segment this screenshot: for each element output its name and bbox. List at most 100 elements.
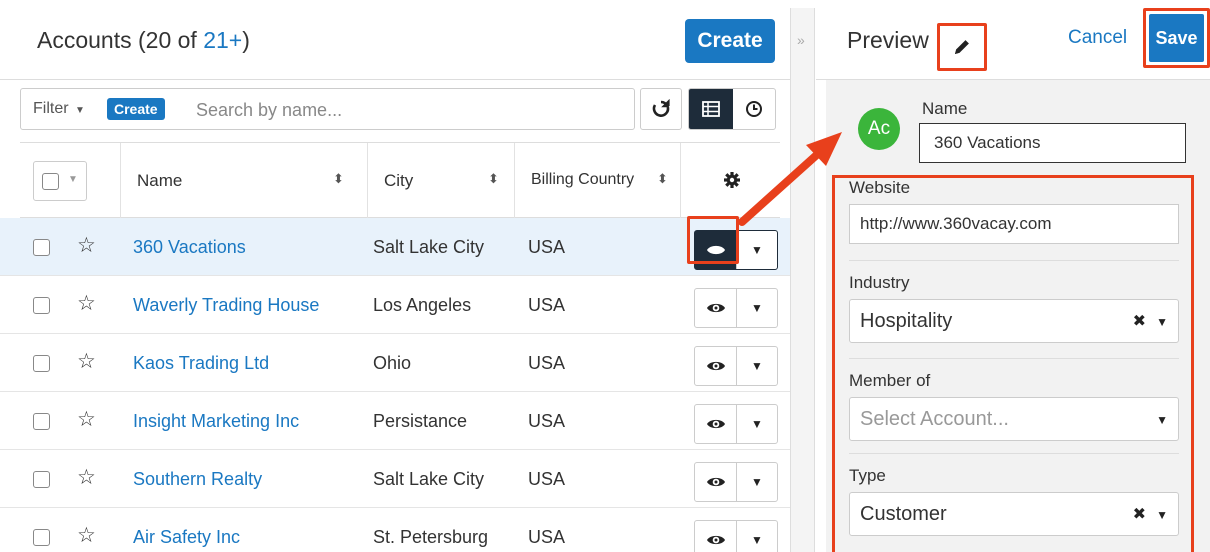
row-checkbox[interactable] xyxy=(33,529,50,546)
column-header-city[interactable]: City ⬍ xyxy=(367,143,514,218)
caret-down-icon: ▼ xyxy=(751,417,763,431)
divider xyxy=(849,453,1179,454)
member-of-placeholder: Select Account... xyxy=(860,408,1009,430)
row-actions-dropdown[interactable]: ▼ xyxy=(737,289,777,327)
preview-button[interactable] xyxy=(695,463,737,501)
star-icon[interactable]: ☆ xyxy=(77,523,96,548)
list-view-button[interactable] xyxy=(689,89,733,129)
column-header-name[interactable]: Name ⬍ xyxy=(120,143,367,218)
industry-label: Industry xyxy=(849,273,910,292)
star-icon[interactable]: ☆ xyxy=(77,291,96,316)
row-checkbox[interactable] xyxy=(33,413,50,430)
select-all-dropdown[interactable]: ▼ xyxy=(33,161,87,201)
title-suffix: ) xyxy=(242,27,250,53)
divider xyxy=(849,358,1179,359)
table-row[interactable]: ☆ Southern Realty Salt Lake City USA ▼ xyxy=(0,450,790,508)
row-checkbox[interactable] xyxy=(33,297,50,314)
name-field[interactable]: 360 Vacations xyxy=(919,123,1186,163)
clear-icon[interactable]: ✖ xyxy=(1133,311,1146,331)
save-button[interactable]: Save xyxy=(1149,14,1204,62)
collapse-icon[interactable]: » xyxy=(797,32,805,48)
preview-header: Preview Cancel Save xyxy=(816,8,1210,80)
table-row[interactable]: ☆ Air Safety Inc St. Petersburg USA ▼ xyxy=(0,508,790,552)
save-button-highlight: Save xyxy=(1143,8,1210,68)
billing-country-cell: USA xyxy=(528,237,566,257)
filter-create-button[interactable]: Create xyxy=(107,98,165,120)
select-all-checkbox[interactable] xyxy=(42,173,59,190)
table-row[interactable]: ☆ Kaos Trading Ltd Ohio USA ▼ xyxy=(0,334,790,392)
star-icon[interactable]: ☆ xyxy=(77,233,96,258)
row-actions-dropdown[interactable]: ▼ xyxy=(737,231,777,269)
list-view-icon xyxy=(702,101,720,117)
row-actions-dropdown[interactable]: ▼ xyxy=(737,405,777,443)
caret-down-icon: ▼ xyxy=(751,533,763,547)
city-cell: Los Angeles xyxy=(373,295,472,315)
column-settings-cell xyxy=(680,143,780,218)
row-checkbox[interactable] xyxy=(33,239,50,256)
city-cell: Salt Lake City xyxy=(373,237,485,257)
website-field[interactable]: http://www.360vacay.com xyxy=(849,204,1179,244)
star-icon[interactable]: ☆ xyxy=(77,349,96,374)
preview-title: Preview xyxy=(847,27,929,53)
preview-button[interactable] xyxy=(695,347,737,385)
star-icon[interactable]: ☆ xyxy=(77,407,96,432)
account-name-link[interactable]: Air Safety Inc xyxy=(133,527,240,548)
star-icon[interactable]: ☆ xyxy=(77,465,96,490)
table-row[interactable]: ☆ 360 Vacations Salt Lake City USA ▼ xyxy=(0,218,790,276)
caret-down-icon: ▼ xyxy=(751,301,763,315)
account-name-link[interactable]: Insight Marketing Inc xyxy=(133,411,299,432)
row-checkbox[interactable] xyxy=(33,355,50,372)
preview-button[interactable] xyxy=(695,521,737,552)
column-header-billing-country[interactable]: Billing Country ⬍ xyxy=(514,143,680,218)
member-of-select[interactable]: Select Account... ▼ xyxy=(849,397,1179,441)
account-name-link[interactable]: Kaos Trading Ltd xyxy=(133,353,269,374)
eye-icon xyxy=(706,303,725,313)
edit-button[interactable] xyxy=(937,23,987,71)
billing-country-cell: USA xyxy=(528,295,566,315)
gear-icon[interactable] xyxy=(723,171,741,189)
caret-down-icon: ▼ xyxy=(751,359,763,373)
row-actions: ▼ xyxy=(694,520,778,552)
account-name-link[interactable]: Southern Realty xyxy=(133,469,262,490)
row-actions: ▼ xyxy=(694,288,778,328)
filter-dropdown[interactable]: Filter ▼ xyxy=(33,100,85,118)
row-actions-dropdown[interactable]: ▼ xyxy=(737,463,777,501)
list-panel: Accounts (20 of 21+) Create Filter ▼ Cre… xyxy=(0,8,807,552)
row-actions-dropdown[interactable]: ▼ xyxy=(737,347,777,385)
preview-button[interactable] xyxy=(695,289,737,327)
editable-fields-highlight: Website http://www.360vacay.com Industry… xyxy=(832,175,1194,552)
refresh-button[interactable] xyxy=(640,88,682,130)
type-select[interactable]: Customer ✖ ▼ xyxy=(849,492,1179,536)
account-name-link[interactable]: Waverly Trading House xyxy=(133,295,319,316)
pencil-icon xyxy=(955,40,969,54)
row-actions-dropdown[interactable]: ▼ xyxy=(737,521,777,552)
column-label: Name xyxy=(137,171,183,190)
row-actions: ▼ xyxy=(694,404,778,444)
table-header: ▼ Name ⬍ City ⬍ Billing Country ⬍ xyxy=(20,142,780,218)
sort-icon: ⬍ xyxy=(657,171,668,186)
caret-down-icon: ▼ xyxy=(1156,413,1168,427)
column-label: Billing Country xyxy=(531,171,635,188)
table-row[interactable]: ☆ Insight Marketing Inc Persistance USA … xyxy=(0,392,790,450)
cancel-button[interactable]: Cancel xyxy=(1068,27,1127,49)
eye-icon xyxy=(706,419,725,429)
preview-button[interactable] xyxy=(695,405,737,443)
city-cell: Persistance xyxy=(373,411,468,431)
search-input[interactable] xyxy=(196,97,626,123)
eye-icon xyxy=(706,361,725,371)
caret-down-icon: ▼ xyxy=(1156,508,1168,522)
city-cell: Salt Lake City xyxy=(373,469,485,489)
member-of-label: Member of xyxy=(849,371,931,390)
total-count-link[interactable]: 21+ xyxy=(203,27,242,53)
clear-icon[interactable]: ✖ xyxy=(1133,504,1146,524)
create-button[interactable]: Create xyxy=(685,19,775,63)
industry-select[interactable]: Hospitality ✖ ▼ xyxy=(849,299,1179,343)
timeline-view-button[interactable] xyxy=(733,89,775,129)
caret-down-icon: ▼ xyxy=(751,475,763,489)
account-name-link[interactable]: 360 Vacations xyxy=(133,237,246,258)
row-checkbox[interactable] xyxy=(33,471,50,488)
preview-button-highlight xyxy=(687,216,739,264)
table-row[interactable]: ☆ Waverly Trading House Los Angeles USA … xyxy=(0,276,790,334)
row-actions: ▼ xyxy=(694,462,778,502)
preview-panel: Preview Cancel Save Ac Name 360 Vacation… xyxy=(816,8,1210,552)
